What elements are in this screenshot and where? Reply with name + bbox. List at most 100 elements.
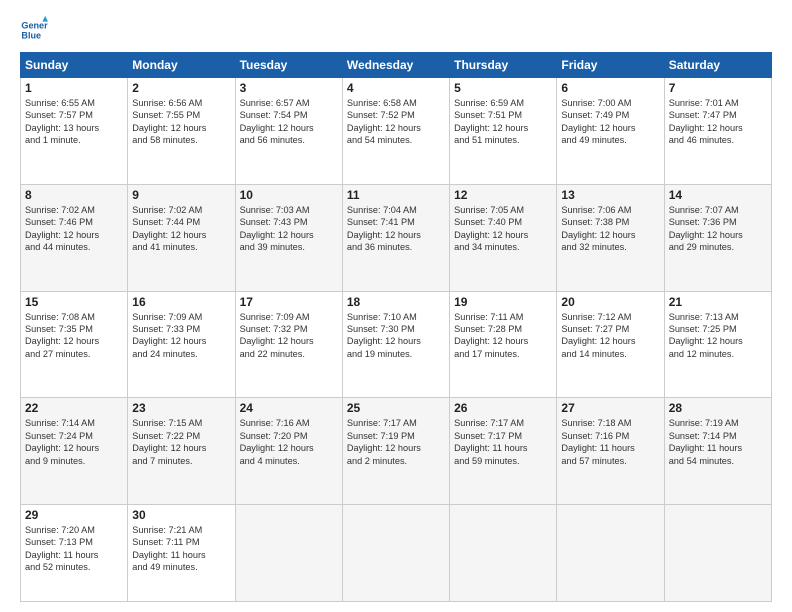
day-info-line: and 17 minutes.	[454, 348, 552, 360]
day-number: 11	[347, 188, 445, 202]
day-number: 13	[561, 188, 659, 202]
day-info-line: Sunrise: 7:11 AM	[454, 311, 552, 323]
page: General Blue Sunday Monday Tuesday Wedne…	[0, 0, 792, 612]
day-info-line: Sunrise: 7:08 AM	[25, 311, 123, 323]
day-info-line: Sunrise: 7:20 AM	[25, 524, 123, 536]
day-info-line: Daylight: 12 hours	[25, 442, 123, 454]
day-info-line: and 19 minutes.	[347, 348, 445, 360]
day-info-line: Sunset: 7:27 PM	[561, 323, 659, 335]
header-friday: Friday	[557, 53, 664, 78]
table-row: 25 Sunrise: 7:17 AMSunset: 7:19 PMDayligh…	[342, 398, 449, 505]
svg-text:Blue: Blue	[21, 30, 41, 40]
day-info: Sunrise: 7:05 AMSunset: 7:40 PMDaylight:…	[454, 204, 552, 254]
day-info-line: Daylight: 13 hours	[25, 122, 123, 134]
day-info-line: Sunrise: 6:55 AM	[25, 97, 123, 109]
day-info-line: Sunset: 7:35 PM	[25, 323, 123, 335]
day-info-line: Daylight: 12 hours	[669, 122, 767, 134]
day-number: 29	[25, 508, 123, 522]
day-info: Sunrise: 7:07 AMSunset: 7:36 PMDaylight:…	[669, 204, 767, 254]
day-info-line: Sunset: 7:33 PM	[132, 323, 230, 335]
day-info: Sunrise: 7:11 AMSunset: 7:28 PMDaylight:…	[454, 311, 552, 361]
day-info-line: Daylight: 12 hours	[454, 335, 552, 347]
day-number: 6	[561, 81, 659, 95]
day-info-line: and 14 minutes.	[561, 348, 659, 360]
day-number: 25	[347, 401, 445, 415]
header-thursday: Thursday	[450, 53, 557, 78]
table-row: 17 Sunrise: 7:09 AMSunset: 7:32 PMDayligh…	[235, 291, 342, 398]
day-info-line: Sunset: 7:46 PM	[25, 216, 123, 228]
day-info-line: Daylight: 12 hours	[132, 442, 230, 454]
table-row: 15Sunrise: 7:08 AMSunset: 7:35 PMDayligh…	[21, 291, 128, 398]
day-number: 9	[132, 188, 230, 202]
day-info-line: Sunset: 7:13 PM	[25, 536, 123, 548]
table-row: 20Sunrise: 7:12 AMSunset: 7:27 PMDayligh…	[557, 291, 664, 398]
day-info-line: Sunset: 7:51 PM	[454, 109, 552, 121]
day-info-line: Sunrise: 7:16 AM	[240, 417, 338, 429]
header-sunday: Sunday	[21, 53, 128, 78]
day-number: 30	[132, 508, 230, 522]
table-row: 21Sunrise: 7:13 AMSunset: 7:25 PMDayligh…	[664, 291, 771, 398]
day-info-line: Sunrise: 7:19 AM	[669, 417, 767, 429]
day-info-line: Daylight: 12 hours	[132, 122, 230, 134]
logo: General Blue	[20, 16, 54, 44]
day-info-line: Daylight: 12 hours	[132, 229, 230, 241]
table-row: 5Sunrise: 6:59 AMSunset: 7:51 PMDaylight…	[450, 78, 557, 185]
day-info-line: Sunrise: 7:15 AM	[132, 417, 230, 429]
day-info-line: Sunset: 7:38 PM	[561, 216, 659, 228]
day-number: 27	[561, 401, 659, 415]
day-info-line: Sunrise: 7:12 AM	[561, 311, 659, 323]
day-info: Sunrise: 6:55 AMSunset: 7:57 PMDaylight:…	[25, 97, 123, 147]
day-info-line: and 44 minutes.	[25, 241, 123, 253]
day-info: Sunrise: 7:00 AMSunset: 7:49 PMDaylight:…	[561, 97, 659, 147]
table-row: 29 Sunrise: 7:20 AMSunset: 7:13 PMDayligh…	[21, 505, 128, 602]
day-info: Sunrise: 7:09 AMSunset: 7:32 PMDaylight:…	[240, 311, 338, 361]
day-info: Sunrise: 7:10 AMSunset: 7:30 PMDaylight:…	[347, 311, 445, 361]
day-info: Sunrise: 6:58 AMSunset: 7:52 PMDaylight:…	[347, 97, 445, 147]
day-info-line: Daylight: 11 hours	[25, 549, 123, 561]
header-tuesday: Tuesday	[235, 53, 342, 78]
svg-text:General: General	[21, 21, 48, 31]
day-info-line: Daylight: 12 hours	[454, 229, 552, 241]
day-info-line: Daylight: 12 hours	[669, 335, 767, 347]
day-number: 23	[132, 401, 230, 415]
table-row	[664, 505, 771, 602]
day-info: Sunrise: 7:21 AMSunset: 7:11 PMDaylight:…	[132, 524, 230, 574]
table-row: 26Sunrise: 7:17 AMSunset: 7:17 PMDayligh…	[450, 398, 557, 505]
table-row: 23Sunrise: 7:15 AMSunset: 7:22 PMDayligh…	[128, 398, 235, 505]
day-info: Sunrise: 7:13 AMSunset: 7:25 PMDaylight:…	[669, 311, 767, 361]
day-number: 2	[132, 81, 230, 95]
table-row: 16Sunrise: 7:09 AMSunset: 7:33 PMDayligh…	[128, 291, 235, 398]
header-monday: Monday	[128, 53, 235, 78]
day-number: 1	[25, 81, 123, 95]
day-info: Sunrise: 7:16 AMSunset: 7:20 PMDaylight:…	[240, 417, 338, 467]
day-info-line: Daylight: 12 hours	[347, 442, 445, 454]
header-saturday: Saturday	[664, 53, 771, 78]
day-info-line: Sunset: 7:28 PM	[454, 323, 552, 335]
day-info-line: and 36 minutes.	[347, 241, 445, 253]
day-number: 15	[25, 295, 123, 309]
day-info: Sunrise: 7:02 AMSunset: 7:46 PMDaylight:…	[25, 204, 123, 254]
day-info-line: Daylight: 12 hours	[132, 335, 230, 347]
day-info: Sunrise: 7:17 AMSunset: 7:19 PMDaylight:…	[347, 417, 445, 467]
table-row: 27Sunrise: 7:18 AMSunset: 7:16 PMDayligh…	[557, 398, 664, 505]
day-number: 17	[240, 295, 338, 309]
table-row: 7Sunrise: 7:01 AMSunset: 7:47 PMDaylight…	[664, 78, 771, 185]
day-info-line: and 59 minutes.	[454, 455, 552, 467]
day-number: 3	[240, 81, 338, 95]
table-row	[235, 505, 342, 602]
day-info-line: Sunset: 7:25 PM	[669, 323, 767, 335]
day-info-line: and 52 minutes.	[25, 561, 123, 573]
day-info: Sunrise: 6:56 AMSunset: 7:55 PMDaylight:…	[132, 97, 230, 147]
day-info-line: and 56 minutes.	[240, 134, 338, 146]
day-info-line: Daylight: 12 hours	[240, 122, 338, 134]
day-info-line: Sunset: 7:40 PM	[454, 216, 552, 228]
day-info-line: and 49 minutes.	[132, 561, 230, 573]
day-info-line: Daylight: 11 hours	[132, 549, 230, 561]
day-info-line: Sunrise: 6:59 AM	[454, 97, 552, 109]
day-number: 4	[347, 81, 445, 95]
day-info-line: Sunrise: 7:09 AM	[132, 311, 230, 323]
table-row: 6 Sunrise: 7:00 AMSunset: 7:49 PMDaylight…	[557, 78, 664, 185]
day-info-line: Sunset: 7:11 PM	[132, 536, 230, 548]
day-info-line: and 46 minutes.	[669, 134, 767, 146]
table-row: 2 Sunrise: 6:56 AMSunset: 7:55 PMDaylight…	[128, 78, 235, 185]
